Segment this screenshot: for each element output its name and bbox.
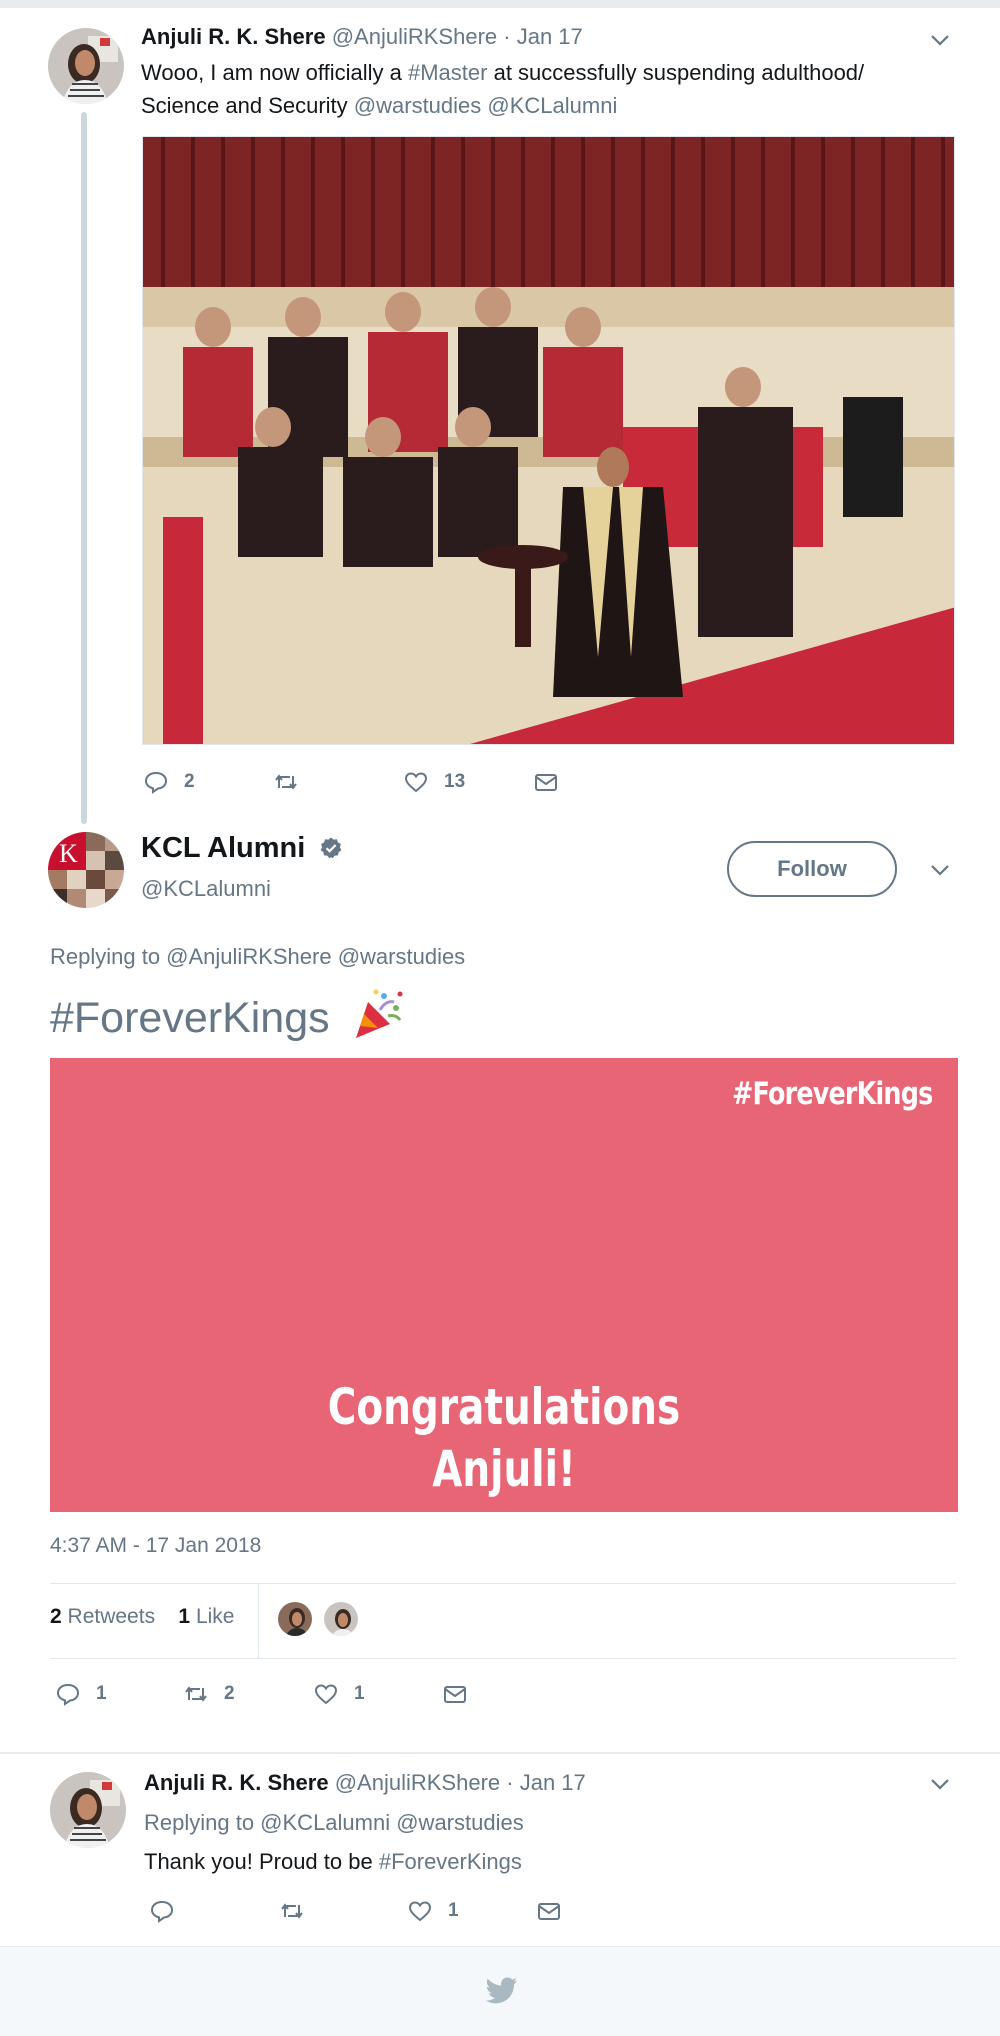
dm-icon xyxy=(535,774,557,791)
retweet-count: 2 xyxy=(224,1683,235,1704)
footer xyxy=(0,1946,1000,2036)
dm-icon xyxy=(444,1686,466,1703)
tweet-timestamp[interactable]: 4:37 AM - 17 Jan 2018 xyxy=(50,1534,261,1558)
tweet-header: Anjuli R. K. Shere @AnjuliRKShere · Jan … xyxy=(141,24,583,50)
reply-count: 1 xyxy=(96,1683,107,1704)
divider xyxy=(50,1583,956,1584)
divider xyxy=(50,1658,956,1659)
chevron-down-icon[interactable] xyxy=(928,1772,952,1796)
engagement-stats: 2 Retweets 1 Like xyxy=(50,1605,234,1629)
like-icon xyxy=(408,1901,432,1922)
retweet-action[interactable] xyxy=(278,1897,306,1925)
conversation-divider xyxy=(0,1752,1000,1754)
hashtag-link[interactable]: #Master xyxy=(408,60,487,85)
likes-stat[interactable]: 1 Like xyxy=(178,1605,234,1628)
chevron-down-icon[interactable] xyxy=(928,28,952,52)
verified-badge-icon xyxy=(321,837,342,859)
party-popper-icon xyxy=(355,989,403,1038)
like-count: 1 xyxy=(448,1900,459,1921)
like-icon xyxy=(314,1684,338,1705)
retweet-icon xyxy=(275,774,297,790)
replying-to[interactable]: Replying to @KCLalumni @warstudies xyxy=(144,1810,524,1836)
chevron-down-icon[interactable] xyxy=(928,858,952,882)
author-avatar[interactable] xyxy=(50,1772,126,1848)
author-handle[interactable]: @AnjuliRKShere xyxy=(332,24,497,49)
retweet-icon xyxy=(281,1903,303,1919)
like-action[interactable]: 13 xyxy=(402,768,465,796)
dm-icon xyxy=(538,1903,560,1920)
reply-icon xyxy=(56,1683,80,1706)
card-line-1: Congratulations xyxy=(327,1378,681,1436)
like-count: 13 xyxy=(444,771,466,792)
tweet-text-part: Thank you! Proud to be xyxy=(144,1849,379,1874)
reply-icon xyxy=(144,771,168,794)
hashtag-link[interactable]: #ForeverKings xyxy=(50,994,330,1042)
kcl-avatar[interactable]: K xyxy=(48,832,124,908)
author-name[interactable]: KCL Alumni xyxy=(141,832,305,864)
tweet-photo[interactable] xyxy=(142,136,955,745)
tweet-text: Wooo, I am now officially a #Master at s… xyxy=(141,56,941,122)
card-message: Congratulations Anjuli! xyxy=(150,1376,858,1500)
liker-avatar[interactable] xyxy=(276,1600,314,1638)
author-handle[interactable]: @AnjuliRKShere xyxy=(335,1770,500,1795)
tweet-date[interactable]: · Jan 17 xyxy=(503,24,583,49)
svg-text:K: K xyxy=(59,839,78,868)
liker-avatar[interactable] xyxy=(322,1600,360,1638)
reply-action[interactable]: 2 xyxy=(142,768,195,796)
dm-action[interactable] xyxy=(441,1680,469,1708)
reply-count: 2 xyxy=(184,771,195,792)
like-count: 1 xyxy=(354,1683,365,1704)
like-action[interactable]: 1 xyxy=(406,1897,459,1925)
like-action[interactable]: 1 xyxy=(312,1680,365,1708)
thread-line xyxy=(81,112,87,824)
retweet-icon xyxy=(185,1686,207,1702)
media-card[interactable]: #ForeverKings Congratulations Anjuli! xyxy=(50,1058,958,1512)
like-icon xyxy=(404,772,428,793)
reply-icon xyxy=(150,1900,174,1923)
hashtag-link[interactable]: #ForeverKings xyxy=(379,1849,522,1874)
retweet-action[interactable] xyxy=(272,768,314,796)
follow-button[interactable]: Follow xyxy=(727,841,897,897)
replying-to[interactable]: Replying to @AnjuliRKShere @warstudies xyxy=(50,944,465,970)
dm-action[interactable] xyxy=(532,768,560,796)
card-hashtag: #ForeverKings xyxy=(731,1076,933,1112)
reply-action[interactable]: 1 xyxy=(54,1680,107,1708)
tweet-text: Thank you! Proud to be #ForeverKings xyxy=(144,1849,522,1875)
reply-action[interactable] xyxy=(148,1897,176,1925)
dm-action[interactable] xyxy=(535,1897,563,1925)
author-name[interactable]: Anjuli R. K. Shere xyxy=(141,24,326,49)
author-name[interactable]: Anjuli R. K. Shere xyxy=(144,1770,329,1795)
kcl-header: KCL Alumni xyxy=(141,832,343,865)
stats-divider xyxy=(258,1584,259,1658)
card-line-2: Anjuli! xyxy=(432,1440,576,1498)
retweets-stat[interactable]: 2 Retweets xyxy=(50,1605,155,1628)
mention-link[interactable]: @KCLalumni xyxy=(487,93,617,118)
tweet-text: #ForeverKings xyxy=(50,986,406,1043)
author-avatar[interactable] xyxy=(48,28,124,104)
mention-link[interactable]: @warstudies xyxy=(354,93,482,118)
twitter-bird-icon xyxy=(486,1977,517,2004)
author-handle[interactable]: @KCLalumni xyxy=(141,876,271,902)
tweet-header: Anjuli R. K. Shere @AnjuliRKShere · Jan … xyxy=(144,1770,586,1796)
retweet-action[interactable]: 2 xyxy=(182,1680,235,1708)
tweet-text-part: Wooo, I am now officially a xyxy=(141,60,408,85)
top-strip xyxy=(0,0,1000,8)
tweet-date[interactable]: · Jan 17 xyxy=(506,1770,586,1795)
